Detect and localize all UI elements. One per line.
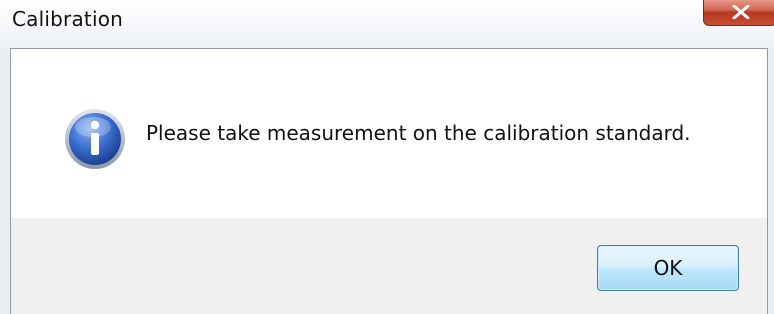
- dialog-body: Please take measurement on the calibrati…: [10, 48, 768, 314]
- ok-button[interactable]: OK: [597, 245, 739, 291]
- info-icon: [65, 109, 125, 169]
- message-area: Please take measurement on the calibrati…: [11, 49, 767, 218]
- close-button[interactable]: [703, 0, 774, 26]
- window-title: Calibration: [12, 7, 124, 31]
- close-icon: [732, 5, 750, 19]
- message-text: Please take measurement on the calibrati…: [146, 121, 691, 145]
- calibration-dialog: Calibration Please take measurement on t…: [0, 0, 774, 314]
- title-bar[interactable]: Calibration: [0, 0, 774, 48]
